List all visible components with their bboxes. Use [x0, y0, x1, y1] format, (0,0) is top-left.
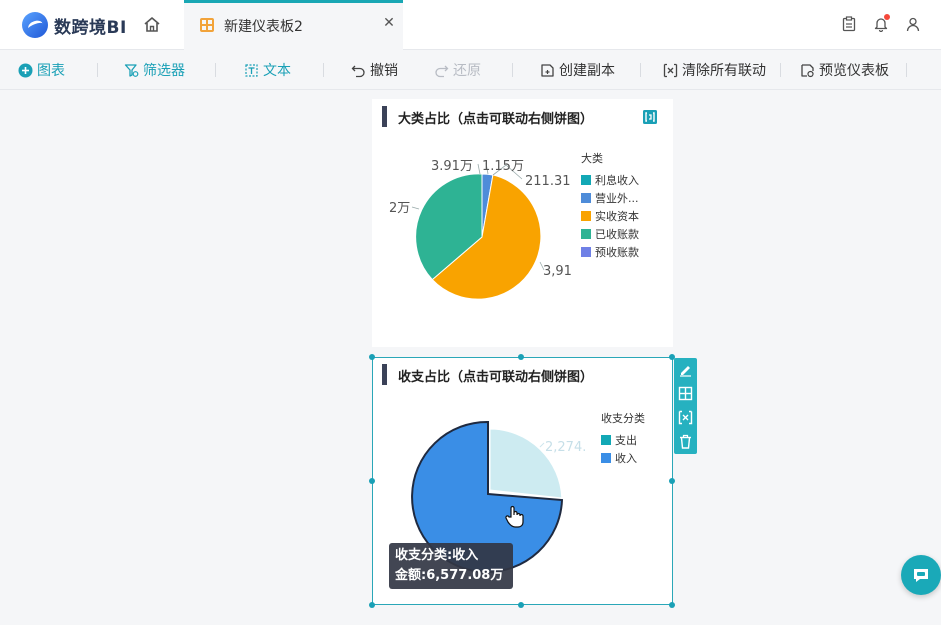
hand-cursor-icon: [505, 505, 524, 528]
legend-label: 营业外...: [595, 192, 639, 205]
chat-icon: [914, 569, 928, 582]
link-icon[interactable]: [678, 410, 693, 425]
legend-item[interactable]: 营业外...: [581, 190, 639, 206]
legend-swatch: [581, 247, 591, 257]
chart-card-category[interactable]: 大类占比（点击可联动右侧饼图） 3.91万 1.15万 211.31 2万 3,…: [372, 99, 673, 347]
toolbar-divider: [780, 63, 781, 77]
legend-label: 收入: [615, 452, 637, 465]
copy-icon: [541, 63, 554, 77]
notification-dot: [884, 14, 890, 20]
toolbar-divider: [906, 63, 907, 77]
add-chart-button[interactable]: 图表: [18, 50, 65, 90]
toolbar: 图表 筛选器 文本 撤销 还原 创建副本 清除所有联动 预览仪表板: [0, 50, 941, 90]
toolbar-divider: [640, 63, 641, 77]
add-text-button[interactable]: 文本: [244, 50, 291, 90]
notification-button[interactable]: [873, 14, 890, 33]
resize-handle[interactable]: [669, 602, 675, 608]
legend-label: 利息收入: [595, 174, 639, 187]
unlink-icon: [663, 63, 678, 77]
tooltip-amount: 金额:6,577.08万: [395, 568, 504, 583]
preview-icon: [801, 63, 814, 77]
redo-icon: [435, 65, 449, 77]
toolbar-divider: [323, 63, 324, 77]
home-icon[interactable]: [142, 15, 162, 35]
toolbar-divider: [215, 63, 216, 77]
pie-label: 2万: [389, 201, 410, 216]
add-chart-label: 图表: [37, 63, 65, 79]
legend-item[interactable]: 收入: [601, 450, 637, 466]
chart-tooltip: 收支分类:收入 金额:6,577.08万: [389, 543, 513, 589]
resize-handle[interactable]: [669, 478, 675, 484]
resize-handle[interactable]: [518, 354, 524, 360]
resize-handle[interactable]: [369, 478, 375, 484]
logo-text: 数跨境BI: [54, 17, 127, 38]
trash-icon[interactable]: [678, 434, 693, 449]
undo-label: 撤销: [370, 63, 398, 79]
legend-swatch: [581, 175, 591, 185]
resize-handle[interactable]: [518, 602, 524, 608]
pie-label: 3.91万: [431, 159, 473, 174]
resize-handle[interactable]: [369, 602, 375, 608]
legend-label: 支出: [615, 434, 637, 447]
legend-swatch: [581, 211, 591, 221]
tab-dashboard[interactable]: 新建仪表板2 ✕: [184, 0, 403, 50]
add-text-label: 文本: [263, 63, 291, 79]
text-icon: [245, 63, 258, 77]
legend-label: 预收账款: [595, 246, 639, 259]
layout-icon[interactable]: [678, 386, 693, 401]
legend-item[interactable]: 已收账款: [581, 226, 639, 242]
redo-label: 还原: [453, 63, 481, 79]
legend-title: 收支分类: [601, 412, 645, 425]
create-copy-button[interactable]: 创建副本: [540, 50, 615, 90]
tooltip-category: 收支分类:收入: [395, 548, 479, 563]
clipboard-icon[interactable]: [841, 16, 857, 32]
add-filter-label: 筛选器: [143, 63, 185, 79]
close-icon[interactable]: ✕: [381, 15, 397, 31]
filter-icon: [124, 63, 139, 77]
tab-title: 新建仪表板2: [224, 19, 303, 35]
undo-button[interactable]: 撤销: [351, 50, 398, 90]
clear-links-button[interactable]: 清除所有联动: [663, 50, 766, 90]
toolbar-divider: [512, 63, 513, 77]
legend-item[interactable]: 实收资本: [581, 208, 639, 224]
legend-label: 实收资本: [595, 210, 639, 223]
legend-swatch: [601, 453, 611, 463]
legend-item[interactable]: 预收账款: [581, 244, 639, 260]
legend-swatch: [601, 435, 611, 445]
undo-icon: [351, 65, 365, 77]
app-logo[interactable]: 数跨境BI: [22, 12, 127, 38]
label-clip: [571, 169, 579, 279]
logo-icon: [22, 12, 48, 38]
legend-swatch: [581, 229, 591, 239]
user-icon[interactable]: [905, 16, 921, 32]
widget-tools: [674, 358, 697, 454]
clear-links-label: 清除所有联动: [682, 63, 766, 79]
plus-circle-icon: [18, 63, 33, 77]
legend-title: 大类: [581, 152, 603, 165]
edit-icon[interactable]: [678, 362, 693, 377]
redo-button[interactable]: 还原: [434, 50, 481, 90]
legend-item[interactable]: 支出: [601, 432, 637, 448]
resize-handle[interactable]: [369, 354, 375, 360]
pie-label: 1.15万: [482, 159, 524, 174]
chat-support-button[interactable]: [901, 555, 941, 595]
legend-swatch: [581, 193, 591, 203]
pie-label: 3,91: [543, 264, 572, 279]
dashboard-icon: [200, 18, 214, 32]
preview-dashboard-button[interactable]: 预览仪表板: [800, 50, 889, 90]
legend-item[interactable]: 利息收入: [581, 172, 639, 188]
toolbar-divider: [97, 63, 98, 77]
top-bar: 数跨境BI 新建仪表板2 ✕: [0, 0, 941, 50]
add-filter-button[interactable]: 筛选器: [124, 50, 185, 90]
legend-label: 已收账款: [595, 228, 639, 241]
create-copy-label: 创建副本: [559, 63, 615, 79]
preview-dashboard-label: 预览仪表板: [819, 63, 889, 79]
pie-label: 211.31: [525, 174, 571, 189]
pie-label: 2,274.: [545, 440, 586, 455]
